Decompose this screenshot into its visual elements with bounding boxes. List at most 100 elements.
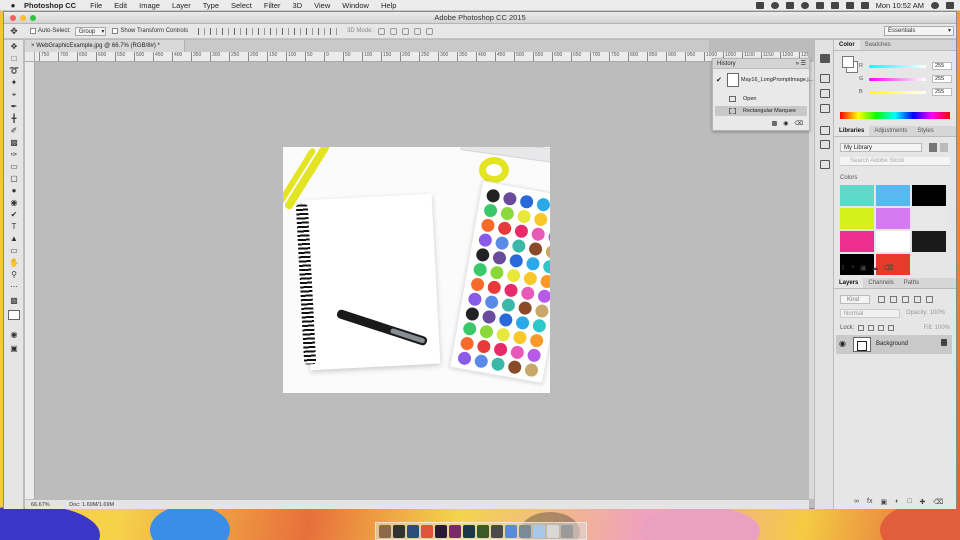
lock-pixels-icon[interactable] xyxy=(868,324,875,331)
hand-tool-icon[interactable]: ✋ xyxy=(8,258,20,268)
app-menu[interactable]: Photoshop CC xyxy=(24,1,76,10)
add-content-icon[interactable]: + xyxy=(851,264,855,274)
dock-app-icon[interactable] xyxy=(407,525,419,538)
new-document-from-state-icon[interactable]: ▩ xyxy=(772,120,778,127)
brush-panel-icon[interactable] xyxy=(820,74,830,83)
rectangle-tool-icon[interactable]: ▭ xyxy=(8,246,20,256)
upload-icon[interactable]: ⇧ xyxy=(840,264,846,274)
tool-presets-panel-icon[interactable] xyxy=(820,160,830,169)
library-color-swatch[interactable] xyxy=(912,208,946,229)
trash-icon[interactable] xyxy=(561,525,573,538)
library-color-swatch[interactable] xyxy=(876,231,910,252)
tab-color[interactable]: Color xyxy=(834,40,860,50)
blue-slider-track[interactable] xyxy=(869,91,926,94)
library-color-swatch[interactable] xyxy=(840,231,874,252)
dock-app-icon[interactable] xyxy=(435,525,447,538)
red-slider[interactable]: R 255 xyxy=(859,62,954,72)
menu-edit[interactable]: Edit xyxy=(114,1,127,10)
zoom-tool-icon[interactable]: ⚲ xyxy=(8,270,20,280)
menu-select[interactable]: Select xyxy=(231,1,252,10)
volume-icon[interactable] xyxy=(845,1,854,9)
list-view-icon[interactable] xyxy=(940,143,948,152)
new-group-icon[interactable]: □ xyxy=(907,498,911,506)
show-transform-checkbox[interactable] xyxy=(112,28,119,34)
eraser-tool-icon[interactable]: ▭ xyxy=(8,162,20,172)
dock-app-icon[interactable] xyxy=(547,525,559,538)
tab-channels[interactable]: Channels xyxy=(863,278,898,288)
3d-rotate-icon[interactable] xyxy=(378,27,386,35)
tab-adjustments[interactable]: Adjustments xyxy=(869,126,912,136)
time-machine-icon[interactable] xyxy=(800,1,809,9)
move-tool-preset-icon[interactable]: ✥ xyxy=(4,26,24,37)
distribute-top-icon[interactable] xyxy=(270,27,278,35)
zoom-level[interactable]: 66.67% xyxy=(31,502,50,508)
distribute-hcenter-icon[interactable] xyxy=(318,27,326,35)
distribute-vcenter-icon[interactable] xyxy=(282,27,290,35)
smart-object-filter-icon[interactable] xyxy=(926,296,933,303)
3d-roll-icon[interactable] xyxy=(390,27,398,35)
lock-transparent-icon[interactable] xyxy=(858,324,865,331)
menu-help[interactable]: Help xyxy=(381,1,396,10)
camera-icon[interactable]: ◉ xyxy=(783,120,788,127)
screen-mode-icon[interactable]: ▣ xyxy=(8,344,20,354)
vertical-ruler[interactable] xyxy=(25,62,35,508)
marquee-tool-icon[interactable]: □ xyxy=(8,54,20,64)
shape-filter-icon[interactable] xyxy=(914,296,921,303)
clock[interactable]: Mon 10:52 AM xyxy=(876,1,924,10)
workspace-switcher[interactable]: Essentials xyxy=(884,26,954,36)
stock-icon[interactable]: ▣ xyxy=(860,264,867,274)
adjustment-filter-icon[interactable] xyxy=(890,296,897,303)
history-brush-tool-icon[interactable]: ✑ xyxy=(8,150,20,160)
blue-slider[interactable]: B 255 xyxy=(859,88,954,98)
dock-app-icon[interactable] xyxy=(393,525,405,538)
zoom-window-button[interactable] xyxy=(30,15,36,21)
3d-slide-icon[interactable] xyxy=(414,27,422,35)
tab-swatches[interactable]: Swatches xyxy=(860,40,896,50)
document-size[interactable]: Doc: 1.69M/1.69M xyxy=(69,502,114,508)
library-dropdown[interactable]: My Library xyxy=(840,143,922,152)
apple-menu-icon[interactable]: ● xyxy=(6,1,20,10)
default-colors-icon[interactable]: ▩ xyxy=(8,296,20,306)
align-top-icon[interactable] xyxy=(198,27,206,35)
tab-libraries[interactable]: Libraries xyxy=(834,126,870,136)
history-snapshot[interactable]: ✔ May16_LongPromptImage.j... xyxy=(715,72,813,89)
type-filter-icon[interactable] xyxy=(902,296,909,303)
history-step-marquee[interactable]: Rectangular Marquee xyxy=(715,106,807,116)
quick-selection-tool-icon[interactable]: ✦ xyxy=(8,78,20,88)
move-tool-icon[interactable]: ✥ xyxy=(8,42,20,52)
green-value[interactable]: 255 xyxy=(932,75,952,83)
wifi-icon[interactable] xyxy=(830,1,839,9)
align-left-icon[interactable] xyxy=(234,27,242,35)
link-layers-icon[interactable]: ∞ xyxy=(854,498,859,506)
lock-position-icon[interactable] xyxy=(878,324,885,331)
document-image[interactable] xyxy=(283,147,550,393)
color-panel-icon[interactable] xyxy=(820,54,830,63)
menu-filter[interactable]: Filter xyxy=(264,1,281,10)
minimize-window-button[interactable] xyxy=(20,15,26,21)
red-slider-track[interactable] xyxy=(869,65,926,68)
tab-layers[interactable]: Layers xyxy=(834,278,864,288)
add-mask-icon[interactable]: ▣ xyxy=(880,498,887,506)
menu-view[interactable]: View xyxy=(314,1,330,10)
layer-style-icon[interactable]: fx xyxy=(867,498,872,506)
align-bottom-icon[interactable] xyxy=(222,27,230,35)
battery-icon[interactable] xyxy=(860,1,869,9)
dock-app-icon[interactable] xyxy=(533,525,545,538)
blend-mode-dropdown[interactable]: Normal xyxy=(840,309,900,318)
library-color-swatch[interactable] xyxy=(876,185,910,206)
close-tab-icon[interactable]: × xyxy=(31,43,35,49)
paragraph-panel-icon[interactable] xyxy=(820,140,830,149)
library-color-swatch[interactable] xyxy=(912,185,946,206)
layer-background[interactable]: ◉ Background xyxy=(836,335,952,354)
eyedropper-tool-icon[interactable]: ✒ xyxy=(8,102,20,112)
ruler-origin[interactable] xyxy=(25,52,35,62)
search-icon[interactable] xyxy=(931,1,939,9)
dock-app-icon[interactable] xyxy=(421,525,433,538)
library-color-swatch[interactable] xyxy=(912,231,946,252)
menu-layer[interactable]: Layer xyxy=(172,1,191,10)
3d-scale-icon[interactable] xyxy=(426,27,434,35)
dock-app-icon[interactable] xyxy=(477,525,489,538)
auto-select-dropdown[interactable]: Group xyxy=(74,26,107,36)
foreground-color-swatch[interactable] xyxy=(842,56,854,68)
trash-icon[interactable]: ⌫ xyxy=(795,120,803,127)
